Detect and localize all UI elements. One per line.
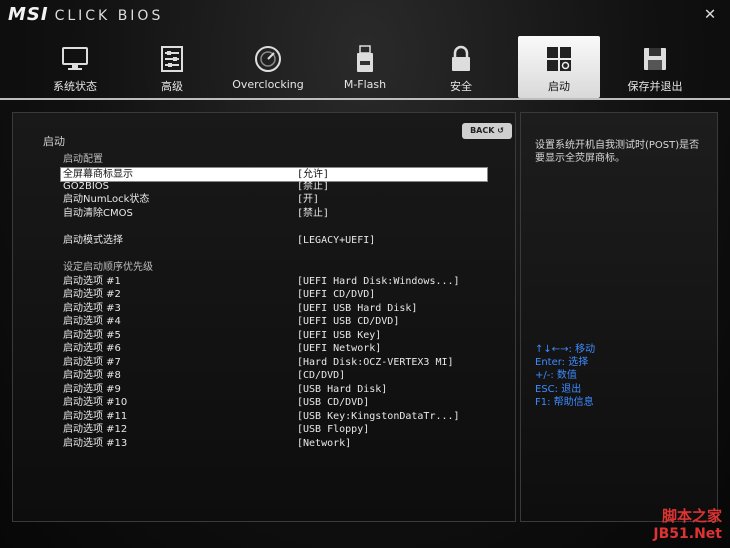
- boot-option-value[interactable]: [UEFI Network]: [297, 342, 381, 355]
- group-label: 启动配置: [63, 154, 103, 165]
- tab-label: 高级: [161, 80, 183, 93]
- tab-label: 保存并退出: [627, 80, 683, 93]
- setting-row[interactable]: 自动清除CMOS [禁止]: [61, 207, 487, 220]
- tab-label: 系统状态: [53, 80, 97, 93]
- usb-flash-icon: [357, 45, 373, 72]
- boot-option-value[interactable]: [Network]: [297, 437, 351, 450]
- boot-option-value[interactable]: [USB Key:KingstonDataTr...]: [297, 410, 460, 423]
- boot-option-value[interactable]: [UEFI USB Key]: [297, 329, 381, 342]
- boot-option-value[interactable]: [UEFI Hard Disk:Windows...]: [297, 275, 460, 288]
- boot-option-value[interactable]: [CD/DVD]: [297, 369, 345, 382]
- boot-option-name: 启动选项 #11: [63, 411, 128, 422]
- tab-label: M-Flash: [343, 78, 387, 91]
- tab-system-status[interactable]: 系统状态: [34, 36, 116, 98]
- tab-divider: [0, 98, 730, 100]
- group-header-boot-order: 设定启动顺序优先级: [61, 261, 487, 274]
- watermark-url: JB51.Net: [653, 526, 722, 542]
- tab-boot[interactable]: 启动: [518, 36, 600, 98]
- boot-mode-row[interactable]: 启动模式选择 [LEGACY+UEFI]: [61, 234, 487, 247]
- boot-option-value[interactable]: [Hard Disk:OCZ-VERTEX3 MI]: [297, 356, 454, 369]
- logo-subtitle: CLICK BIOS: [54, 8, 164, 24]
- boot-option-value[interactable]: [UEFI CD/DVD]: [297, 288, 375, 301]
- boot-option-name: 启动选项 #7: [63, 357, 121, 368]
- boot-option-name: 启动选项 #9: [63, 384, 121, 395]
- setting-row[interactable]: 启动NumLock状态 [开]: [61, 193, 487, 206]
- boot-option-row[interactable]: 启动选项 #8 [CD/DVD]: [61, 369, 487, 382]
- boot-option-value[interactable]: [UEFI USB Hard Disk]: [297, 302, 417, 315]
- title-bar: MSI CLICK BIOS ✕: [0, 0, 730, 28]
- boot-option-row[interactable]: 启动选项 #7 [Hard Disk:OCZ-VERTEX3 MI]: [61, 356, 487, 369]
- key-hint: +/-: 数值: [535, 370, 577, 381]
- boot-option-name: 启动选项 #6: [63, 343, 121, 354]
- tab-security[interactable]: 安全: [420, 36, 502, 98]
- group-header-boot-config: 启动配置: [61, 153, 487, 166]
- boot-option-row[interactable]: 启动选项 #13 [Network]: [61, 437, 487, 450]
- tab-label: 安全: [450, 80, 472, 93]
- boot-option-value[interactable]: [UEFI USB CD/DVD]: [297, 315, 399, 328]
- boot-option-row[interactable]: 启动选项 #1 [UEFI Hard Disk:Windows...]: [61, 275, 487, 288]
- group-label: 设定启动顺序优先级: [63, 262, 153, 273]
- settings-sliders-icon: [161, 46, 183, 72]
- boot-option-value[interactable]: [USB Hard Disk]: [297, 383, 387, 396]
- tab-m-flash[interactable]: M-Flash: [324, 36, 406, 98]
- settings-panel: 启动 BACK ↺ 启动配置 全屏幕商标显示 [允许] GO2BIOS [禁止]…: [12, 112, 516, 522]
- help-panel: 设置系统开机自我测试时(POST)是否要显示全荧屏商标。 ↑↓←→: 移动 En…: [520, 112, 718, 522]
- main-tabs: 系统状态 高级 Overclocking M-Flash 安全 启动 保存并退出: [0, 36, 730, 100]
- tab-label: Overclocking: [232, 78, 304, 91]
- setting-value[interactable]: [开]: [297, 193, 319, 206]
- setting-value[interactable]: [LEGACY+UEFI]: [297, 234, 375, 247]
- setting-name: 启动NumLock状态: [63, 194, 150, 205]
- boot-option-row[interactable]: 启动选项 #6 [UEFI Network]: [61, 342, 487, 355]
- setting-value[interactable]: [禁止]: [297, 180, 329, 193]
- back-button[interactable]: BACK ↺: [462, 123, 512, 139]
- close-button[interactable]: ✕: [702, 5, 718, 23]
- tab-overclocking[interactable]: Overclocking: [227, 36, 309, 98]
- floppy-disk-icon: [644, 48, 666, 70]
- boot-option-row[interactable]: 启动选项 #9 [USB Hard Disk]: [61, 383, 487, 396]
- boot-option-name: 启动选项 #3: [63, 303, 121, 314]
- boot-option-row[interactable]: 启动选项 #5 [UEFI USB Key]: [61, 329, 487, 342]
- boot-option-name: 启动选项 #12: [63, 424, 128, 435]
- boot-option-name: 启动选项 #4: [63, 316, 121, 327]
- boot-icon: [547, 47, 571, 71]
- speedometer-icon: [255, 46, 281, 72]
- tab-advanced[interactable]: 高级: [131, 36, 213, 98]
- setting-name: 启动模式选择: [63, 235, 123, 246]
- tab-save-exit[interactable]: 保存并退出: [614, 36, 696, 98]
- key-hint: F1: 帮助信息: [535, 397, 594, 408]
- help-description: 设置系统开机自我测试时(POST)是否要显示全荧屏商标。: [535, 140, 700, 164]
- setting-value[interactable]: [禁止]: [297, 207, 329, 220]
- boot-option-row[interactable]: 启动选项 #3 [UEFI USB Hard Disk]: [61, 302, 487, 315]
- lock-icon: [452, 45, 470, 71]
- msi-logo: MSI CLICK BIOS: [8, 4, 163, 25]
- boot-option-name: 启动选项 #13: [63, 438, 128, 449]
- monitor-icon: [62, 47, 88, 70]
- key-hint: Enter: 选择: [535, 357, 589, 368]
- site-watermark: 脚本之家 JB51.Net: [653, 505, 722, 542]
- tab-label: 启动: [548, 80, 570, 93]
- boot-option-name: 启动选项 #8: [63, 370, 121, 381]
- boot-option-row[interactable]: 启动选项 #11 [USB Key:KingstonDataTr...]: [61, 410, 487, 423]
- boot-option-name: 启动选项 #2: [63, 289, 121, 300]
- setting-row[interactable]: GO2BIOS [禁止]: [61, 180, 487, 193]
- boot-option-value[interactable]: [USB Floppy]: [297, 423, 369, 436]
- key-hint: ↑↓←→: 移动: [535, 344, 596, 355]
- boot-option-row[interactable]: 启动选项 #12 [USB Floppy]: [61, 423, 487, 436]
- boot-option-value[interactable]: [USB CD/DVD]: [297, 396, 369, 409]
- boot-option-name: 启动选项 #5: [63, 330, 121, 341]
- logo-brand: MSI: [8, 4, 49, 25]
- setting-name: GO2BIOS: [63, 181, 110, 192]
- key-hint: ESC: 退出: [535, 384, 582, 395]
- boot-option-row[interactable]: 启动选项 #4 [UEFI USB CD/DVD]: [61, 315, 487, 328]
- boot-option-row[interactable]: 启动选项 #10 [USB CD/DVD]: [61, 396, 487, 409]
- setting-name: 自动清除CMOS: [63, 208, 133, 219]
- section-title: 启动: [43, 135, 65, 148]
- boot-option-name: 启动选项 #10: [63, 397, 128, 408]
- boot-option-name: 启动选项 #1: [63, 276, 121, 287]
- watermark-text: 脚本之家: [661, 507, 722, 525]
- boot-option-row[interactable]: 启动选项 #2 [UEFI CD/DVD]: [61, 288, 487, 301]
